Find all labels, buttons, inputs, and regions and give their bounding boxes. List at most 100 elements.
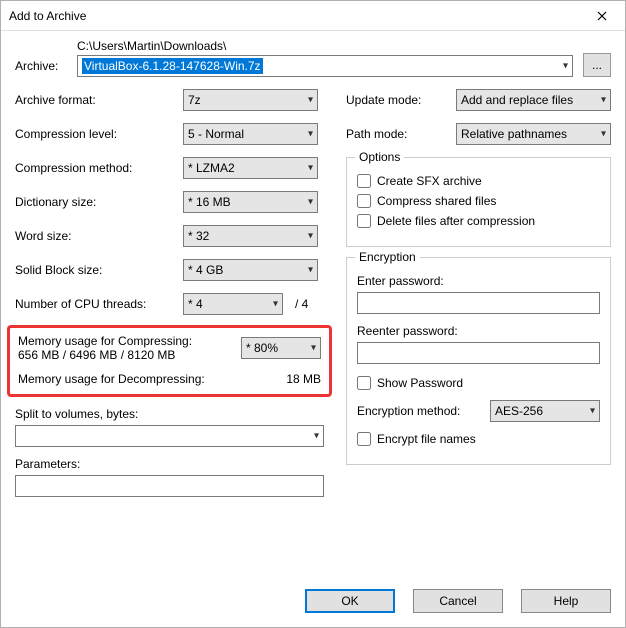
legend-encryption: Encryption [355,250,420,264]
two-columns: Archive format: 7z ▾ Compression level: … [15,89,611,579]
combo-value: * LZMA2 [188,161,235,175]
combo-split-volumes[interactable]: ▾ [15,425,324,447]
label-solid-block-size: Solid Block size: [15,263,183,277]
browse-button[interactable]: ... [583,53,611,77]
label-compression-method: Compression method: [15,161,183,175]
row-compress-shared: Compress shared files [357,194,600,208]
row-dictionary-size: Dictionary size: * 16 MB ▾ [15,191,324,213]
dialog-window: Add to Archive Archive: C:\Users\Martin\… [0,0,626,628]
input-reenter-password[interactable] [357,342,600,364]
window-title: Add to Archive [9,9,86,23]
checkbox-delete-after[interactable] [357,214,371,228]
combo-value: * 80% [246,341,278,355]
help-button[interactable]: Help [521,589,611,613]
ok-button[interactable]: OK [305,589,395,613]
row-encryption-method: Encryption method: AES-256 ▾ [357,400,600,422]
label-show-password: Show Password [377,376,463,390]
chevron-down-icon: ▾ [601,95,606,106]
memory-highlight-box: Memory usage for Compressing: 656 MB / 6… [7,325,332,397]
chevron-down-icon: ▾ [308,163,313,174]
mem-comp-label: Memory usage for Compressing: [18,334,241,348]
right-column: Update mode: Add and replace files ▾ Pat… [346,89,611,579]
row-compression-level: Compression level: 5 - Normal ▾ [15,123,324,145]
label-memory-decompress: Memory usage for Decompressing: [18,372,261,386]
chevron-down-icon: ▾ [308,197,313,208]
row-update-mode: Update mode: Add and replace files ▾ [346,89,611,111]
combo-value: * 4 GB [188,263,223,277]
content-area: Archive: C:\Users\Martin\Downloads\ Virt… [1,31,625,579]
chevron-down-icon: ▾ [308,231,313,242]
row-path-mode: Path mode: Relative pathnames ▾ [346,123,611,145]
combo-memory-percent[interactable]: * 80% ▾ [241,337,321,359]
combo-value: Add and replace files [461,93,573,107]
checkbox-create-sfx[interactable] [357,174,371,188]
cancel-button[interactable]: Cancel [413,589,503,613]
row-show-password: Show Password [357,376,600,390]
combo-archive-format[interactable]: 7z ▾ [183,89,318,111]
row-archive-format: Archive format: 7z ▾ [15,89,324,111]
value-memory-decompress: 18 MB [261,372,321,386]
combo-value: Relative pathnames [461,127,567,141]
chevron-down-icon: ▾ [314,431,319,442]
combo-update-mode[interactable]: Add and replace files ▾ [456,89,611,111]
combo-dictionary-size[interactable]: * 16 MB ▾ [183,191,318,213]
cpu-threads-max: / 4 [295,297,308,311]
row-memory-compress: Memory usage for Compressing: 656 MB / 6… [18,334,321,362]
row-delete-after: Delete files after compression [357,214,600,228]
button-row: OK Cancel Help [1,579,625,627]
group-encryption: Encryption Enter password: Reenter passw… [346,257,611,465]
archive-filename: VirtualBox-6.1.28-147628-Win.7z [82,58,263,74]
checkbox-show-password[interactable] [357,376,371,390]
row-create-sfx: Create SFX archive [357,174,600,188]
combo-cpu-threads[interactable]: * 4 ▾ [183,293,283,315]
archive-stack: C:\Users\Martin\Downloads\ VirtualBox-6.… [77,39,573,77]
label-encryption-method: Encryption method: [357,404,490,418]
row-word-size: Word size: * 32 ▾ [15,225,324,247]
combo-solid-block-size[interactable]: * 4 GB ▾ [183,259,318,281]
chevron-down-icon: ▾ [563,61,568,72]
combo-value: * 16 MB [188,195,231,209]
label-delete-after: Delete files after compression [377,214,535,228]
chevron-down-icon: ▾ [308,129,313,140]
chevron-down-icon: ▾ [590,406,595,417]
chevron-down-icon: ▾ [308,265,313,276]
checkbox-encrypt-names[interactable] [357,432,371,446]
label-archive-format: Archive format: [15,93,183,107]
chevron-down-icon: ▾ [273,299,278,310]
label-memory-compress: Memory usage for Compressing: 656 MB / 6… [18,334,241,362]
label-reenter-password: Reenter password: [357,324,600,338]
combo-compression-level[interactable]: 5 - Normal ▾ [183,123,318,145]
label-compress-shared: Compress shared files [377,194,496,208]
input-enter-password[interactable] [357,292,600,314]
label-create-sfx: Create SFX archive [377,174,482,188]
left-column: Archive format: 7z ▾ Compression level: … [15,89,324,579]
group-options: Options Create SFX archive Compress shar… [346,157,611,247]
combo-value: * 4 [188,297,203,311]
archive-path: C:\Users\Martin\Downloads\ [77,39,573,53]
combo-value: 7z [188,93,201,107]
label-encrypt-names: Encrypt file names [377,432,476,446]
chevron-down-icon: ▾ [308,95,313,106]
combo-word-size[interactable]: * 32 ▾ [183,225,318,247]
archive-filename-combo[interactable]: VirtualBox-6.1.28-147628-Win.7z ▾ [77,55,573,77]
label-split-volumes: Split to volumes, bytes: [15,407,324,421]
archive-label: Archive: [15,59,67,77]
row-cpu-threads: Number of CPU threads: * 4 ▾ / 4 [15,293,324,315]
chevron-down-icon: ▾ [601,129,606,140]
row-encrypt-names: Encrypt file names [357,432,600,446]
row-memory-decompress: Memory usage for Decompressing: 18 MB [18,372,321,386]
label-dictionary-size: Dictionary size: [15,195,183,209]
input-parameters[interactable] [15,475,324,497]
close-button[interactable] [579,1,625,31]
combo-compression-method[interactable]: * LZMA2 ▾ [183,157,318,179]
label-update-mode: Update mode: [346,93,456,107]
combo-encryption-method[interactable]: AES-256 ▾ [490,400,600,422]
combo-value: AES-256 [495,404,543,418]
label-cpu-threads: Number of CPU threads: [15,297,183,311]
label-enter-password: Enter password: [357,274,600,288]
legend-options: Options [355,150,404,164]
label-parameters: Parameters: [15,457,324,471]
combo-path-mode[interactable]: Relative pathnames ▾ [456,123,611,145]
title-bar: Add to Archive [1,1,625,31]
checkbox-compress-shared[interactable] [357,194,371,208]
